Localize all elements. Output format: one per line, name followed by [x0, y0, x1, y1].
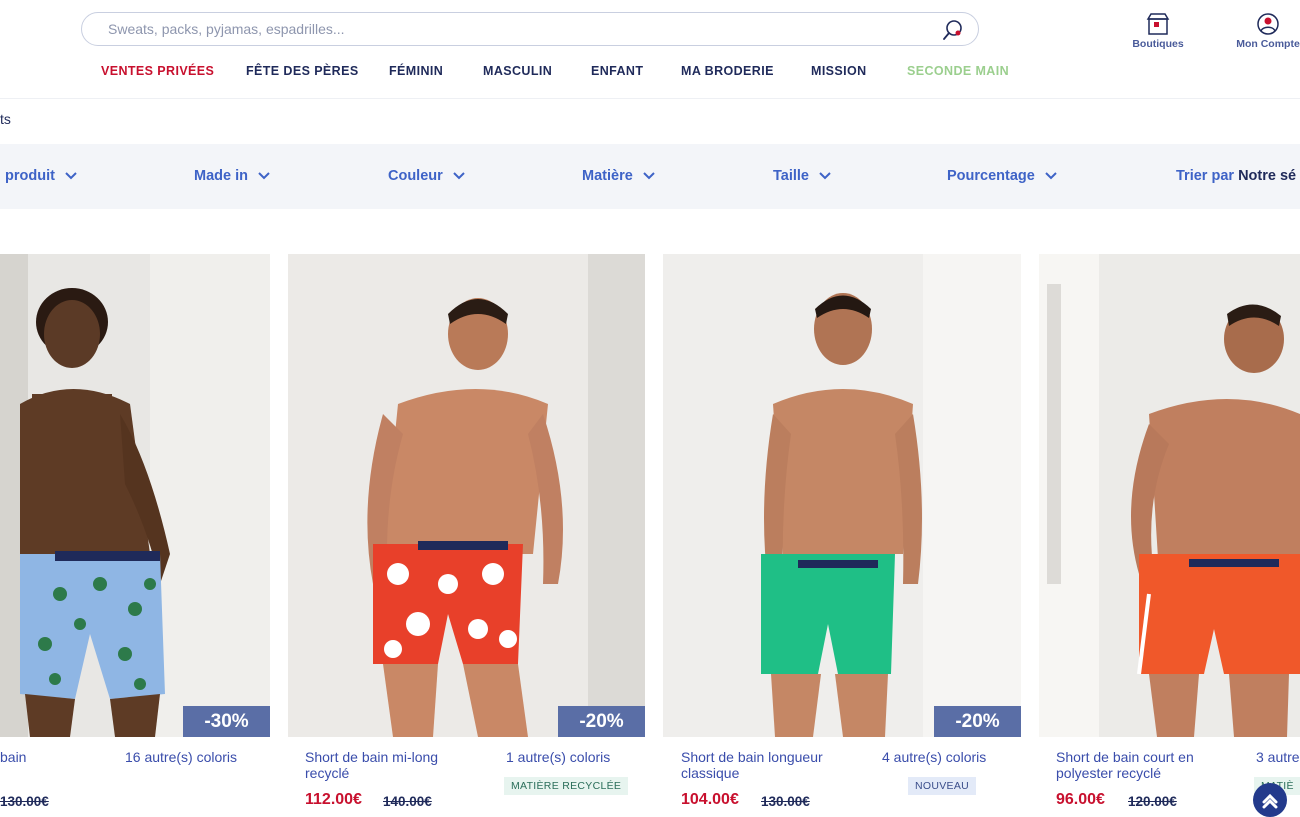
product-image[interactable]: -20%	[288, 254, 645, 737]
nav-fete-des-peres[interactable]: FÊTE DES PÈRES	[246, 64, 359, 78]
sort-value: Notre sé	[1238, 168, 1297, 184]
sort-label: Trier par	[1176, 168, 1235, 184]
nav-feminin[interactable]: FÉMININ	[389, 64, 443, 78]
chevron-down-icon	[65, 172, 77, 180]
search-bar[interactable]	[81, 12, 979, 46]
breadcrumb[interactable]: ts	[0, 111, 11, 127]
model-photo	[1039, 254, 1300, 737]
product-name[interactable]: Short de bain court en polyester recyclé	[1056, 749, 1236, 781]
sort-dropdown[interactable]: Trier par Notre sé	[1176, 168, 1296, 184]
search-input[interactable]	[106, 20, 910, 38]
product-image[interactable]	[1039, 254, 1300, 737]
filter-label: Pourcentage	[947, 168, 1035, 184]
account-label: Mon Compte	[1236, 38, 1300, 50]
filter-bar: produit Made in Couleur Matière Taille P…	[0, 144, 1300, 209]
model-photo	[288, 254, 645, 737]
filter-couleur[interactable]: Couleur	[388, 168, 465, 184]
product-image[interactable]: -20%	[663, 254, 1021, 737]
account-link[interactable]: Mon Compte	[1228, 12, 1300, 50]
product-tag: MATIÈRE RECYCLÉE	[504, 777, 629, 795]
filter-produit[interactable]: produit	[5, 168, 77, 184]
product-old-price: 140.00€	[383, 794, 432, 809]
model-photo	[0, 254, 270, 737]
discount-badge: -20%	[934, 706, 1021, 737]
product-colors[interactable]: 16 autre(s) coloris	[125, 749, 237, 765]
product-name[interactable]: Short de bain mi-long recyclé	[305, 749, 485, 781]
filter-matiere[interactable]: Matière	[582, 168, 655, 184]
filter-label: Made in	[194, 168, 248, 184]
nav-masculin[interactable]: MASCULIN	[483, 64, 552, 78]
chevron-down-icon	[1045, 172, 1057, 180]
site-header: VENTES PRIVÉES FÊTE DES PÈRES FÉMININ MA…	[0, 0, 1300, 99]
chevron-down-icon	[643, 172, 655, 180]
shop-icon	[1146, 13, 1170, 35]
product-name[interactable]: bain	[0, 749, 110, 765]
filter-label: Matière	[582, 168, 633, 184]
product-old-price: 130.00€	[0, 794, 49, 809]
nav-seconde-main[interactable]: SECONDE MAIN	[907, 64, 1009, 78]
nav-mission[interactable]: MISSION	[811, 64, 867, 78]
filter-label: Couleur	[388, 168, 443, 184]
nav-enfant[interactable]: ENFANT	[591, 64, 643, 78]
chevron-down-icon	[819, 172, 831, 180]
filter-label: produit	[5, 168, 55, 184]
chevron-up-icon	[1262, 793, 1278, 809]
search-icon[interactable]	[942, 19, 964, 41]
account-icon	[1257, 13, 1279, 35]
filter-pourcentage[interactable]: Pourcentage	[947, 168, 1057, 184]
product-name[interactable]: Short de bain longueur classique	[681, 749, 861, 781]
product-price: 96.00€	[1056, 791, 1105, 808]
product-tag: NOUVEAU	[908, 777, 977, 795]
filter-label: Taille	[773, 168, 809, 184]
model-photo	[663, 254, 1021, 737]
chevron-down-icon	[453, 172, 465, 180]
product-colors[interactable]: 3 autre	[1256, 749, 1300, 765]
main-nav: VENTES PRIVÉES FÊTE DES PÈRES FÉMININ MA…	[0, 64, 1030, 84]
discount-badge: -20%	[558, 706, 645, 737]
product-old-price: 120.00€	[1128, 794, 1177, 809]
product-colors[interactable]: 1 autre(s) coloris	[506, 749, 610, 765]
chevron-down-icon	[258, 172, 270, 180]
product-price: 112.00€	[305, 791, 362, 808]
nav-ma-broderie[interactable]: MA BRODERIE	[681, 64, 774, 78]
filter-taille[interactable]: Taille	[773, 168, 831, 184]
nav-ventes-privees[interactable]: VENTES PRIVÉES	[101, 64, 214, 78]
product-price: 104.00€	[681, 791, 739, 808]
shops-link[interactable]: Boutiques	[1118, 12, 1198, 50]
product-image[interactable]: -30%	[0, 254, 270, 737]
shops-label: Boutiques	[1132, 38, 1184, 50]
filter-made-in[interactable]: Made in	[194, 168, 270, 184]
product-old-price: 130.00€	[761, 794, 810, 809]
discount-badge: -30%	[183, 706, 270, 737]
product-colors[interactable]: 4 autre(s) coloris	[882, 749, 986, 765]
